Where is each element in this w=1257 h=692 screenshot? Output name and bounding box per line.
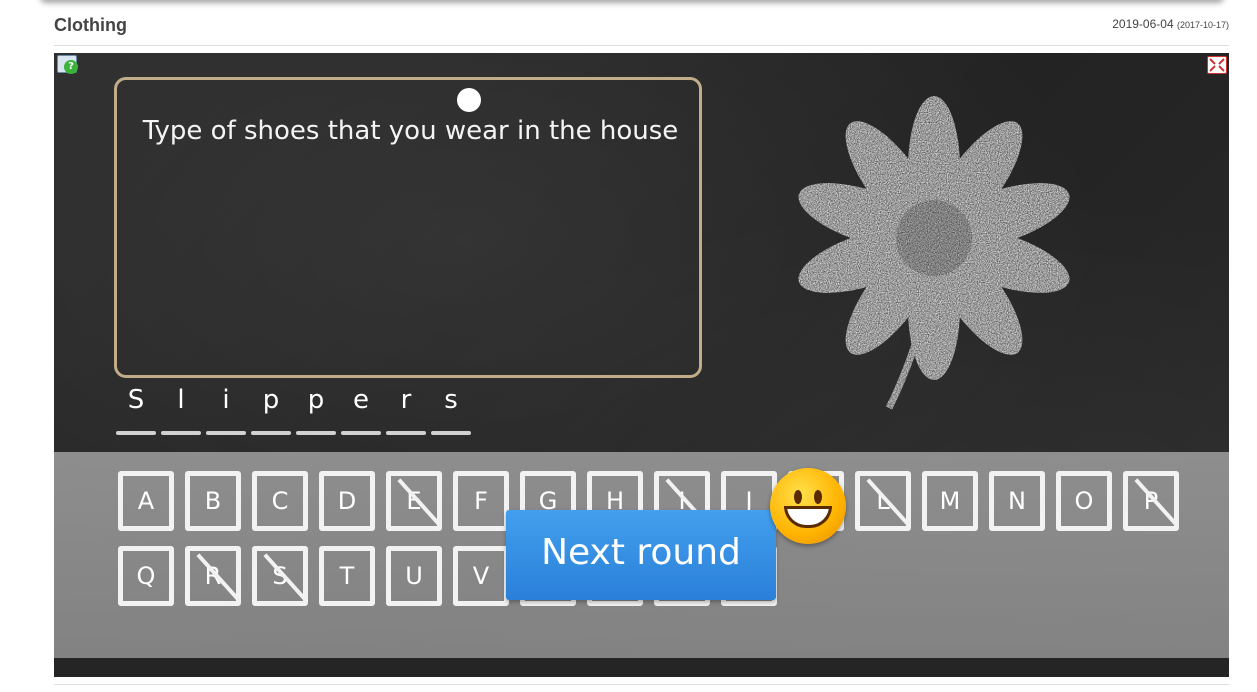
key-s[interactable]: S (252, 546, 308, 606)
key-r[interactable]: R (185, 546, 241, 606)
key-u[interactable]: U (386, 546, 442, 606)
next-round-button[interactable]: Next round (506, 510, 776, 600)
key-p[interactable]: P (1123, 471, 1179, 531)
smiley-icon (770, 468, 846, 544)
answer-letter-text: p (262, 385, 280, 415)
date-main: 2019-06-04 (1112, 17, 1174, 31)
key-label: T (339, 562, 355, 590)
question-card: Type of shoes that you wear in the house (114, 77, 702, 378)
key-label: Q (136, 562, 156, 590)
key-label: O (1074, 487, 1094, 515)
answer-letter: p (249, 385, 293, 435)
title-divider (54, 45, 1229, 46)
key-e[interactable]: E (386, 471, 442, 531)
key-label: E (406, 487, 422, 515)
answer-letter-text: s (444, 385, 458, 415)
key-n[interactable]: N (989, 471, 1045, 531)
key-l[interactable]: L (855, 471, 911, 531)
key-label: U (405, 562, 423, 590)
question-pin (457, 88, 481, 112)
key-b[interactable]: B (185, 471, 241, 531)
answer-underline (341, 431, 381, 435)
smiley-eye-right (814, 490, 822, 504)
key-f[interactable]: F (453, 471, 509, 531)
key-q[interactable]: Q (118, 546, 174, 606)
smiley-mouth (784, 506, 832, 528)
answer-letter: i (204, 385, 248, 435)
page-title: Clothing (54, 15, 127, 35)
page-dates: 2019-06-04 (2017-10-17) (1112, 17, 1229, 31)
answer-underline (296, 431, 336, 435)
key-t[interactable]: T (319, 546, 375, 606)
key-label: A (137, 487, 155, 515)
answer-underline (161, 431, 201, 435)
chalk-flower (798, 96, 1070, 410)
key-label: M (939, 487, 961, 515)
answer-letter-text: r (400, 385, 412, 415)
answer-letter: r (384, 385, 428, 435)
key-label: L (876, 487, 890, 515)
key-a[interactable]: A (118, 471, 174, 531)
key-label: V (472, 562, 490, 590)
answer-letter: e (339, 385, 383, 435)
key-c[interactable]: C (252, 471, 308, 531)
bottom-divider (54, 684, 1229, 685)
key-m[interactable]: M (922, 471, 978, 531)
exit-fullscreen-icon[interactable] (1207, 56, 1227, 74)
answer-letter-text: e (353, 385, 369, 415)
key-label: P (1143, 487, 1159, 515)
key-label: S (272, 562, 288, 590)
answer-letter-text: i (222, 385, 230, 415)
game-board: ? Type of shoes that you wear in the hou… (54, 53, 1229, 677)
key-label: F (474, 487, 488, 515)
answer-letter-text: l (177, 385, 185, 415)
answer-underline (251, 431, 291, 435)
answer-letter: S (114, 385, 158, 435)
key-d[interactable]: D (319, 471, 375, 531)
key-v[interactable]: V (453, 546, 509, 606)
key-label: B (204, 487, 222, 515)
answer-letter-text: p (307, 385, 325, 415)
answer-letter-text: S (127, 385, 145, 415)
answer-underline (206, 431, 246, 435)
answer-letter: p (294, 385, 338, 435)
answer-letter: s (429, 385, 473, 435)
key-label: N (1008, 487, 1026, 515)
question-text: Type of shoes that you wear in the house (142, 116, 679, 146)
help-icon[interactable]: ? (57, 55, 78, 74)
smiley-eye-left (794, 490, 802, 504)
key-label: C (271, 487, 289, 515)
board-bottom-strip (54, 658, 1229, 677)
answer-letter: l (159, 385, 203, 435)
answer-underline (386, 431, 426, 435)
key-o[interactable]: O (1056, 471, 1112, 531)
date-secondary: (2017-10-17) (1176, 20, 1229, 30)
key-label: D (337, 487, 357, 515)
answer-underline (116, 431, 156, 435)
answer-underline (431, 431, 471, 435)
key-label: R (204, 562, 222, 590)
